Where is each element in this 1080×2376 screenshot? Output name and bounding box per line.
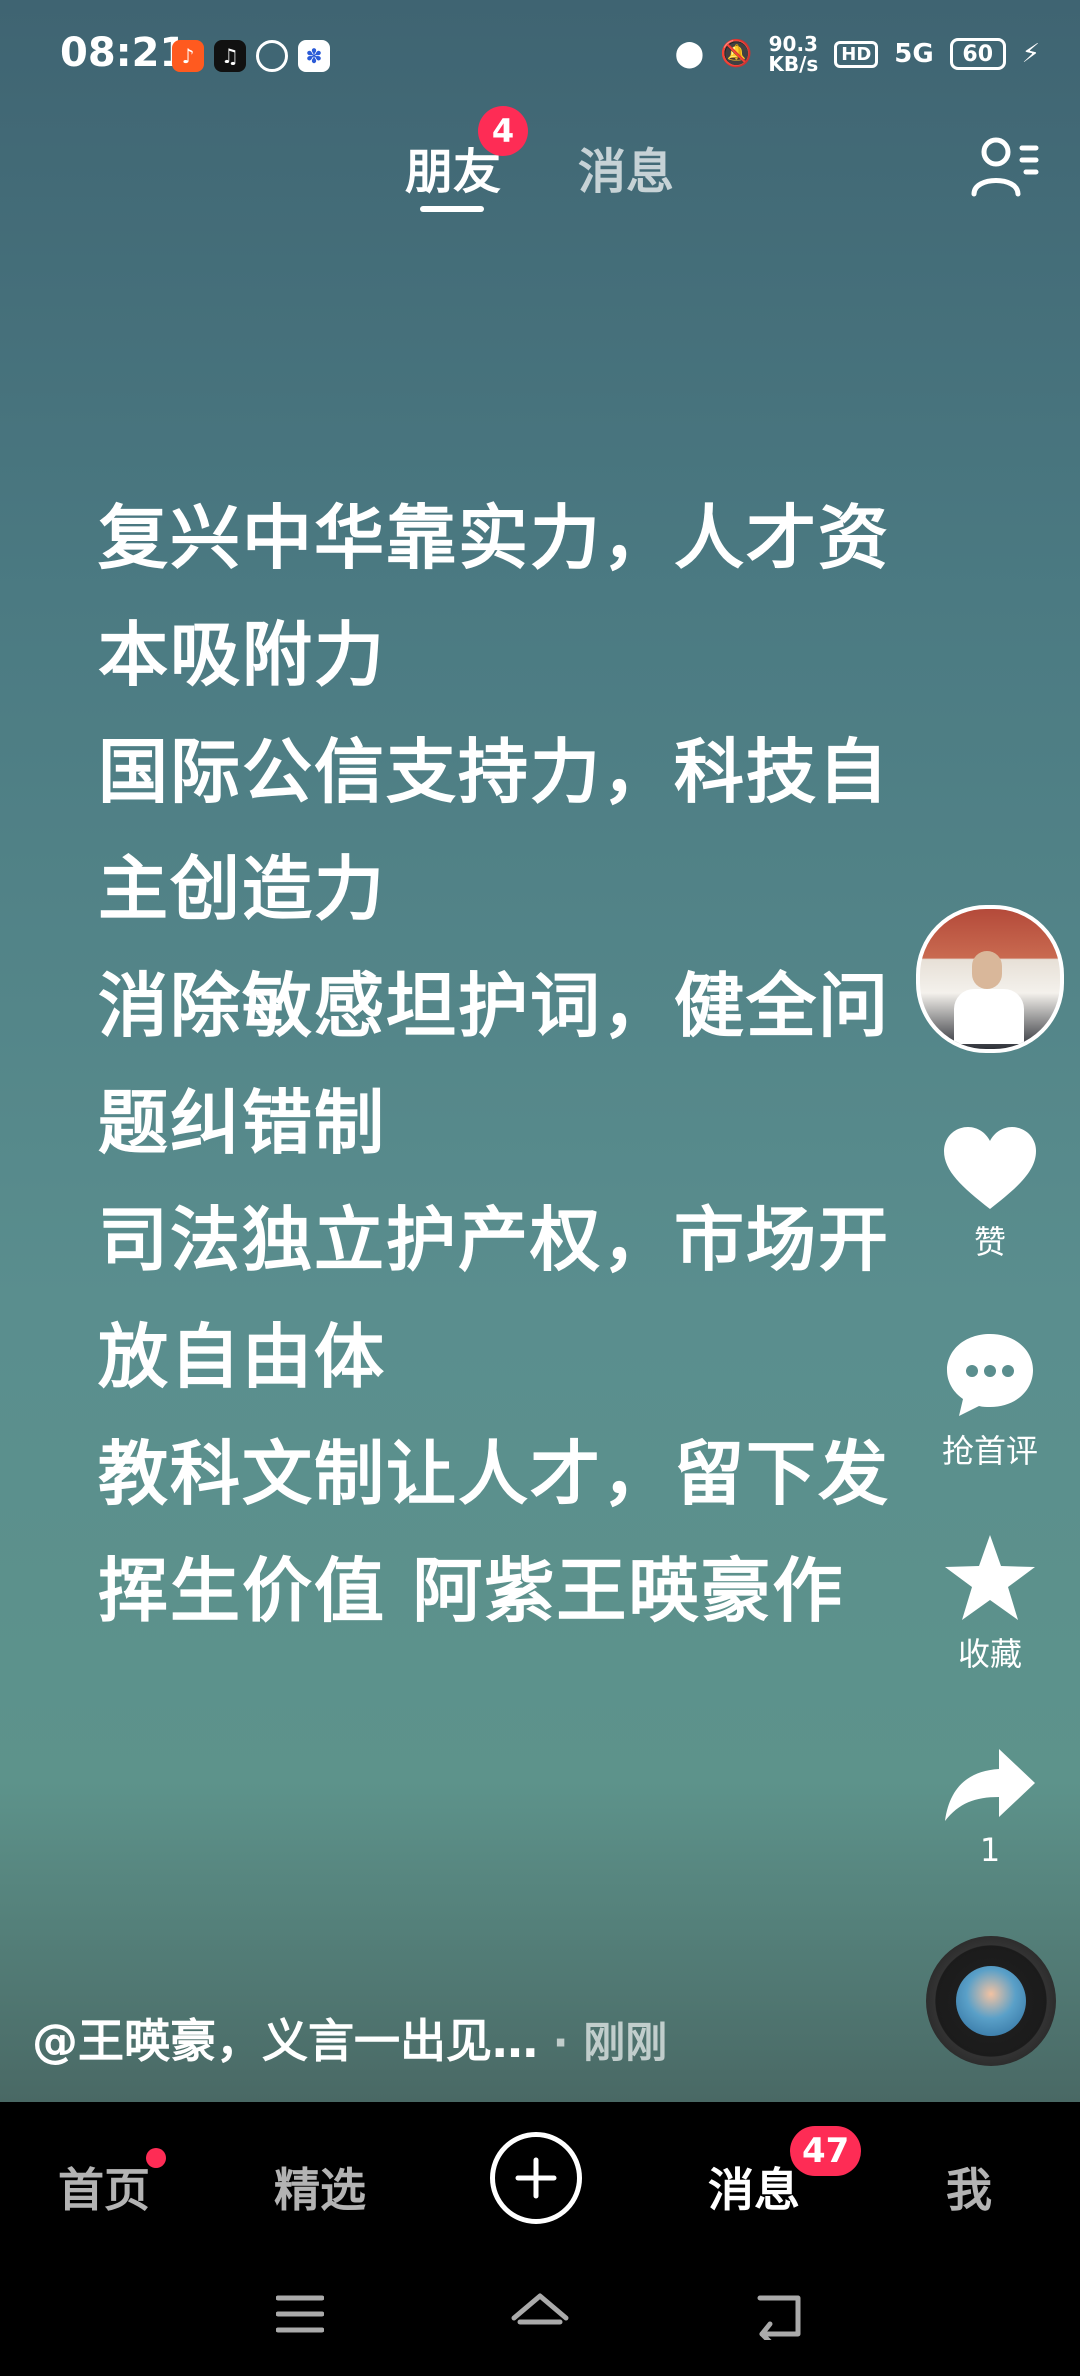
home-icon[interactable]: [510, 2292, 570, 2340]
post-line: 挥生价值 阿紫王暎豪作: [98, 1550, 845, 1632]
like-button[interactable]: 赞: [920, 1125, 1060, 1263]
messages-badge: 47: [790, 2126, 862, 2176]
hd-icon: HD: [834, 40, 879, 68]
post-line: 题纠错制: [98, 1082, 386, 1164]
home-notification-dot: [146, 2148, 166, 2168]
tab-home[interactable]: 首页: [58, 2154, 150, 2220]
share-count: 1: [979, 1831, 1001, 1869]
music-disc[interactable]: [926, 1936, 1056, 2066]
post-line: 教科文制让人才，留下发: [98, 1433, 890, 1515]
post-line: 司法独立护产权，市场开: [98, 1199, 890, 1281]
status-bar: 08:21 ♪ ♫ ✽ ⬤ 🔕 90.3 KB/s HD 5G 60 ⚡: [0, 0, 1080, 110]
comment-label: 抢首评: [941, 1432, 1038, 1470]
author-avatar[interactable]: [916, 905, 1064, 1053]
create-post-button[interactable]: [490, 2132, 582, 2224]
post-line: 放自由体: [98, 1316, 386, 1398]
user-list-icon[interactable]: [970, 134, 1040, 198]
favorite-button[interactable]: 收藏: [920, 1533, 1060, 1675]
post-line: 主创造力: [98, 848, 386, 930]
network-speed: 90.3 KB/s: [768, 32, 819, 76]
heart-icon: [944, 1127, 1036, 1209]
location-icon: ⬤: [674, 39, 704, 69]
friends-badge: 4: [478, 106, 528, 156]
system-nav-bar: [0, 2262, 1080, 2376]
bottom-tab-bar: 首页 精选 消息 47 我: [0, 2102, 1080, 2262]
active-tab-indicator: [420, 206, 484, 212]
tiktok-icon: ♫: [214, 40, 246, 72]
music-cover: [956, 1966, 1026, 2036]
comment-icon: [947, 1334, 1033, 1416]
post-line: 本吸附力: [98, 614, 386, 696]
back-icon[interactable]: [754, 2292, 806, 2340]
battery-icon: 60: [949, 38, 1006, 70]
status-system-icons: ⬤ 🔕 90.3 KB/s HD 5G 60 ⚡: [675, 34, 1040, 74]
post-line: 消除敏感坦护词，健全问: [98, 965, 890, 1047]
caption-text: @王暎豪，义言一出见…: [32, 2014, 538, 2068]
tab-messages[interactable]: 消息: [578, 132, 674, 202]
tab-messages-bottom[interactable]: 消息: [708, 2154, 800, 2220]
tab-featured[interactable]: 精选: [274, 2154, 366, 2220]
caption-separator: ·: [538, 2018, 584, 2067]
star-icon: [945, 1535, 1035, 1620]
comment-button[interactable]: 抢首评: [920, 1330, 1060, 1472]
favorite-label: 收藏: [957, 1635, 1022, 1673]
menu-icon[interactable]: [276, 2292, 324, 2336]
top-nav: 朋友 4 消息: [0, 106, 1080, 220]
share-arrow-icon: [945, 1749, 1035, 1821]
kuaishou-icon: ♪: [172, 40, 204, 72]
status-app-icons: ♪ ♫ ✽: [172, 40, 330, 72]
baidu-icon: ✽: [298, 40, 330, 72]
like-label: 赞: [973, 1223, 1006, 1261]
post-line: 国际公信支持力，科技自: [98, 731, 890, 813]
charging-icon: ⚡: [1021, 39, 1040, 69]
plus-icon: [515, 2157, 557, 2199]
post-caption[interactable]: @王暎豪，义言一出见… · 刚刚: [32, 2005, 667, 2071]
signal-5g-icon: 5G: [894, 39, 934, 69]
post-line: 复兴中华靠实力，人才资: [98, 497, 890, 579]
mute-icon: 🔕: [719, 39, 753, 69]
caption-time: 刚刚: [583, 2018, 668, 2067]
tab-me[interactable]: 我: [946, 2154, 992, 2220]
ring-app-icon: [256, 40, 288, 72]
post-text: 复兴中华靠实力，人才资 本吸附力 国际公信支持力，科技自 主创造力 消除敏感坦护…: [98, 480, 898, 1650]
share-button[interactable]: 1: [920, 1745, 1060, 1869]
status-time: 08:21: [60, 30, 188, 76]
